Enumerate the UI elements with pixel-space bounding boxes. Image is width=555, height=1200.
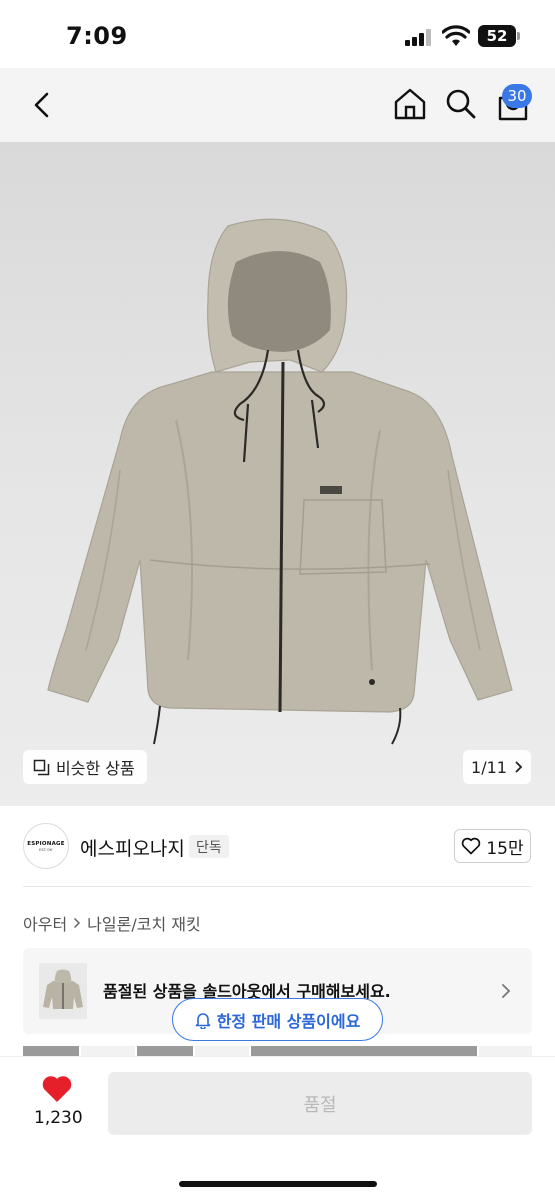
heart-filled-icon[interactable] xyxy=(41,1075,73,1103)
status-time: 7:09 xyxy=(66,22,128,50)
copy-icon xyxy=(33,759,50,775)
bell-icon xyxy=(195,1012,210,1029)
brand-logo[interactable]: ESPIONAGE EST.'06' xyxy=(23,823,69,869)
breadcrumb-item[interactable]: 나일론/코치 재킷 xyxy=(87,911,201,935)
similar-items-button[interactable]: 비슷한 상품 xyxy=(23,750,147,784)
brand-like-button[interactable]: 15만 xyxy=(454,829,531,863)
image-pager-label: 1/11 xyxy=(471,757,507,777)
exclusive-badge: 단독 xyxy=(189,835,229,858)
product-image[interactable] xyxy=(0,142,555,806)
battery-icon: 52 xyxy=(478,25,520,47)
chevron-right-icon xyxy=(74,917,81,929)
search-icon[interactable] xyxy=(444,86,478,122)
home-icon[interactable] xyxy=(393,86,427,122)
chevron-right-icon xyxy=(502,984,511,998)
option-strip xyxy=(23,1046,532,1056)
heart-outline-icon xyxy=(462,837,481,855)
image-pager-button[interactable]: 1/11 xyxy=(463,750,531,784)
home-indicator xyxy=(179,1181,377,1187)
similar-items-label: 비슷한 상품 xyxy=(56,759,135,778)
brand-logo-subtext: EST.'06' xyxy=(39,847,53,852)
nav-bar xyxy=(0,68,555,142)
limited-sale-text: 한정 판매 상품이에요 xyxy=(216,1011,361,1031)
signal-icon xyxy=(405,28,435,46)
brand-name[interactable]: 에스피오나지 xyxy=(80,834,185,861)
breadcrumb-item[interactable]: 아우터 xyxy=(23,911,67,935)
wifi-icon xyxy=(442,25,470,46)
banner-thumbnail xyxy=(39,963,87,1019)
limited-sale-notice: 한정 판매 상품이에요 xyxy=(172,998,383,1041)
status-bar: 7:09 52 xyxy=(0,0,555,68)
brand-like-count: 15만 xyxy=(486,838,524,859)
wish-count: 1,230 xyxy=(34,1108,83,1128)
brand-logo-text: ESPIONAGE xyxy=(27,840,65,847)
back-icon[interactable] xyxy=(28,88,58,122)
cart-count-badge: 30 xyxy=(502,84,532,108)
chevron-right-icon xyxy=(515,761,523,773)
soldout-button: 품절 xyxy=(108,1072,532,1135)
breadcrumb: 아우터 나일론/코치 재킷 xyxy=(23,911,201,935)
divider xyxy=(23,886,532,887)
